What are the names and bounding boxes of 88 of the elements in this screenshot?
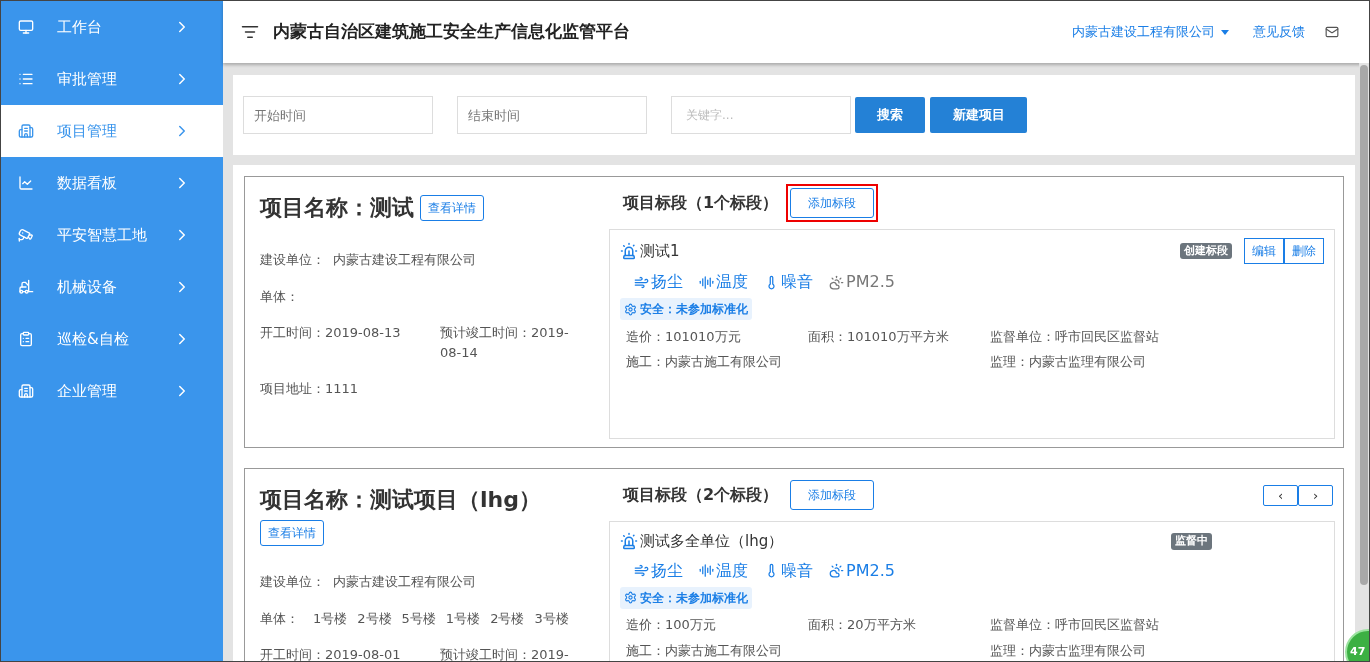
field-label: 项目地址：1111 [260,380,359,398]
section-info: 监理：内蒙古监理有限公司 [990,641,1147,660]
sensor-link[interactable]: PM2.5 [829,558,895,583]
sensor-link[interactable]: 扬尘 [634,558,683,583]
sensor-link[interactable]: PM2.5 [829,270,895,294]
view-details-button[interactable]: 查看详情 [260,520,324,546]
cloud-sun-icon [829,563,844,578]
unit-tag: 2号楼 [490,608,525,628]
field-label: 单体： [260,609,299,628]
field-label: 建设单位： 内蒙古建设工程有限公司 [260,251,477,269]
pager-button[interactable]: › [1298,484,1333,506]
feedback-link[interactable]: 意见反馈 [1253,22,1305,42]
building-icon [18,123,34,139]
status-badge: 创建标段 [1180,242,1232,260]
sensor-link[interactable]: 温度 [699,270,748,294]
section-info: 施工：内蒙古施工有限公司 [626,353,783,371]
settings-icon [624,591,637,604]
pager-button[interactable]: ‹ [1263,484,1298,506]
unit-tag: 5号楼 [401,608,436,628]
sensor-link[interactable]: 噪音 [764,270,813,294]
sidebar-item[interactable]: 审批管理 [1,53,223,105]
section-info: 面积：101010万平方米 [808,327,950,346]
section-info: 监督单位：呼市回民区监督站 [990,327,1160,346]
sidebar-item[interactable]: 企业管理 [1,365,223,417]
sidebar-item[interactable]: 项目管理 [1,105,223,157]
sections-title: 项目标段（2个标段） [623,484,779,506]
add-section-button[interactable]: 添加标段 [790,188,875,218]
wind-icon [634,274,649,290]
site-icon [620,532,638,551]
monitor-icon [18,19,34,35]
sound-wave-icon [699,563,714,578]
add-section-button[interactable]: 添加标段 [790,480,875,510]
sensor-link[interactable]: 扬尘 [634,270,683,294]
project-title: 项目名称：测试 [260,194,414,222]
list-icon [18,71,34,87]
sound-wave-icon [699,274,714,290]
section-info: 造价：101010万元 [626,327,742,346]
field-label: 预计竣工时间：2019- [440,646,570,661]
site-icon [620,242,638,260]
caret-icon [1221,29,1229,35]
cloud-sun-icon [829,274,844,290]
section-info: 监理：内蒙古监理有限公司 [990,353,1147,371]
unit-tag: 1号楼 [313,608,348,628]
safety-text: 安全：未参加标准化 [640,301,748,318]
unit-tag: 3号楼 [534,608,569,628]
section-info: 造价：100万元 [626,616,717,634]
camera-icon [18,227,34,243]
project-title: 项目名称：测试项目（lhg） [260,486,541,514]
status-badge: 监督中 [1171,533,1212,550]
field-label: 建设单位： 内蒙古建设工程有限公司 [260,573,477,591]
end-time-field[interactable]: 结束时间 [457,96,647,134]
section-info: 监督单位：呼市回民区监督站 [990,616,1160,634]
section-info: 施工：内蒙古施工有限公司 [626,641,783,660]
sensor-link[interactable]: 噪音 [764,558,813,583]
sidebar-item[interactable]: 机械设备 [1,261,223,313]
wind-icon [634,563,649,578]
field-label: 预计竣工时间：2019-08-14 [440,324,570,362]
section-info: 面积：20万平方米 [808,616,917,634]
field-label: 开工时间：2019-08-13 [260,324,402,342]
forklift-icon [18,279,34,295]
sensor-link[interactable]: 温度 [699,558,748,583]
building-icon [18,383,34,399]
keyword-field[interactable]: 关键字... [671,96,851,134]
sidebar-item[interactable]: 巡检&自检 [1,313,223,365]
page-title: 内蒙古自治区建筑施工安全生产信息化监管平台 [273,20,630,44]
settings-icon [624,302,637,316]
chart-icon [18,175,34,191]
section-name: 测试多全单位（lhg） [640,531,784,552]
unit-tag: 2号楼 [357,608,392,628]
company-dropdown[interactable]: 内蒙古建设工程有限公司 [1072,22,1229,42]
sidebar-item[interactable]: 数据看板 [1,157,223,209]
section-name: 测试1 [640,240,680,262]
clipboard-icon [18,331,34,347]
start-time-field[interactable]: 开始时间 [243,96,433,134]
sidebar-item[interactable]: 平安智慧工地 [1,209,223,261]
view-details-button[interactable]: 查看详情 [420,194,484,221]
sections-title: 项目标段（1个标段） [623,192,779,214]
filter-button[interactable]: 新建项目 [930,97,1027,133]
section-action-button[interactable]: 删除 [1284,238,1324,264]
menu-toggle-icon[interactable] [241,23,259,41]
field-label: 开工时间：2019-08-01 [260,646,402,661]
unit-tag: 1号楼 [445,608,481,628]
safety-text: 安全：未参加标准化 [640,589,748,607]
sidebar-item[interactable]: 工作台 [1,1,223,53]
field-label: 单体： [260,287,299,306]
mail-icon[interactable] [1325,25,1339,39]
filter-button[interactable]: 搜索 [855,97,925,133]
section-action-button[interactable]: 编辑 [1244,238,1284,264]
